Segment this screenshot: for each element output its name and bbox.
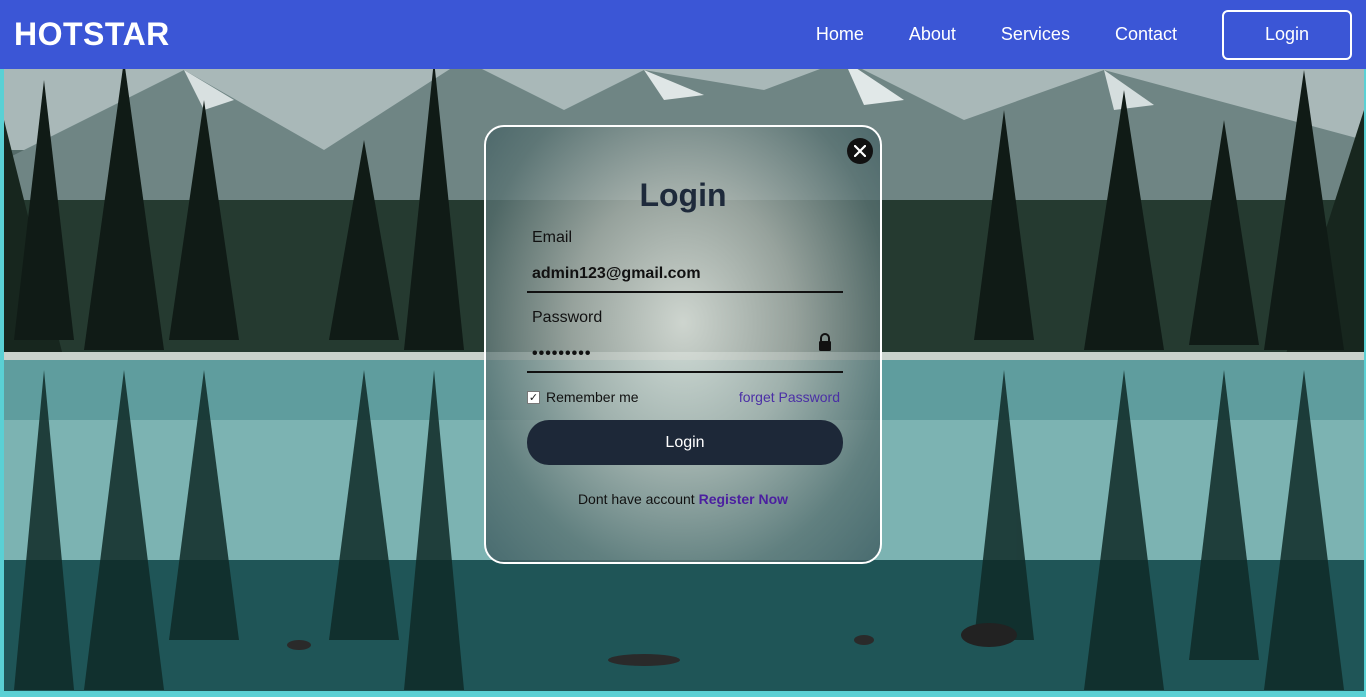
password-field[interactable] <box>527 337 843 373</box>
login-submit-button[interactable]: Login <box>527 420 843 465</box>
nav-link-contact[interactable]: Contact <box>1115 24 1177 45</box>
check-icon: ✓ <box>528 391 539 404</box>
email-label: Email <box>532 229 573 246</box>
password-label: Password <box>532 309 603 326</box>
nav-link-about[interactable]: About <box>909 24 956 45</box>
nav-login-button[interactable]: Login <box>1222 9 1352 60</box>
remember-label: Remember me <box>546 389 639 405</box>
login-title: Login <box>639 177 727 213</box>
top-navbar: HOTSTAR Home About Services Contact Logi… <box>0 0 1366 69</box>
email-field[interactable] <box>527 257 843 293</box>
lock-icon <box>819 333 831 351</box>
remember-checkbox[interactable]: ✓ <box>527 390 540 404</box>
nav-links: Home About Services Contact Login <box>816 9 1352 60</box>
register-row: Dont have account Register Now <box>486 491 880 507</box>
register-now-link[interactable]: Register Now <box>699 491 788 507</box>
remember-me-row: ✓ Remember me <box>527 389 639 405</box>
nav-link-services[interactable]: Services <box>1001 24 1070 45</box>
register-prompt: Dont have account <box>577 491 699 507</box>
close-icon[interactable] <box>847 138 873 164</box>
brand-logo[interactable]: HOTSTAR <box>14 16 170 53</box>
login-card: Login Email Password ✓ Remember me forge… <box>484 125 882 564</box>
forget-password-link[interactable]: forget Password <box>739 389 840 405</box>
nav-link-home[interactable]: Home <box>816 24 864 45</box>
